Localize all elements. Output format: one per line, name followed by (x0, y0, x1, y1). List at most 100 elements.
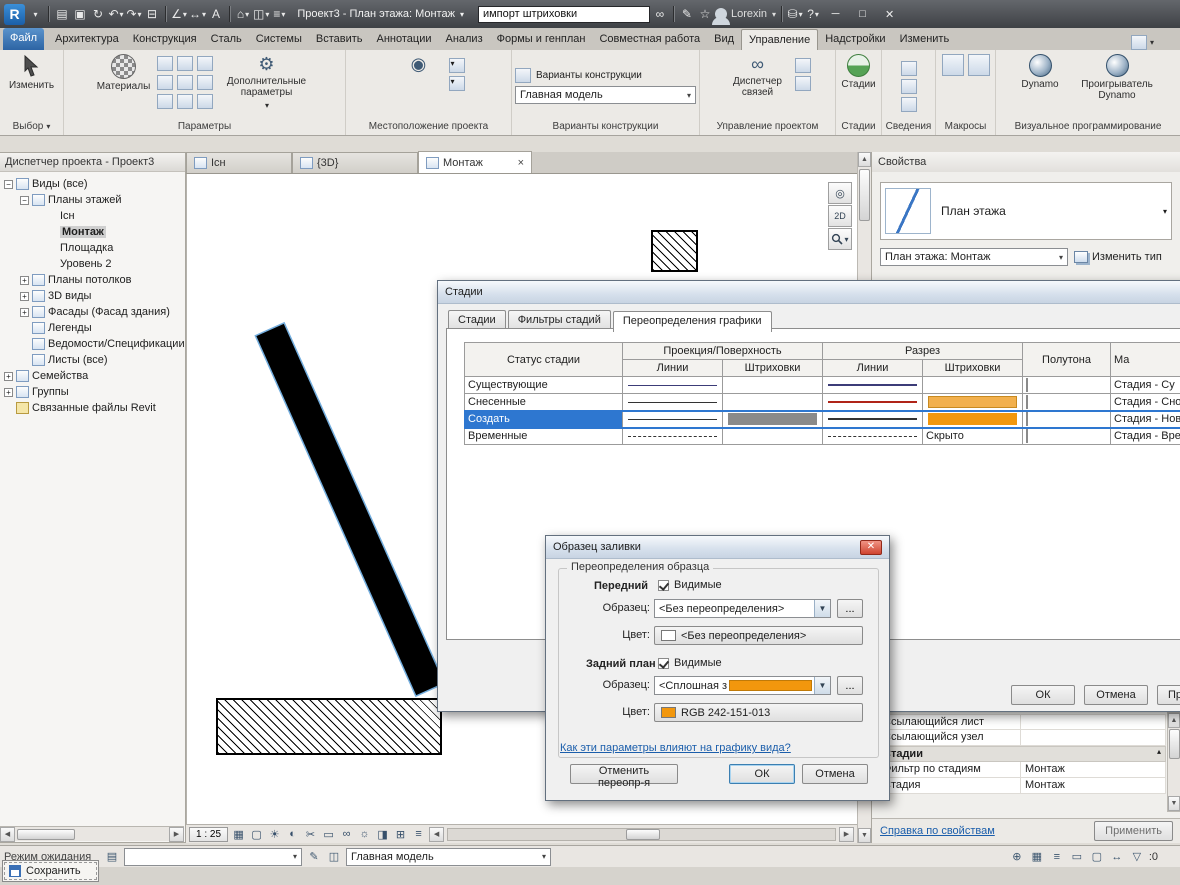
scroll-right-icon[interactable] (839, 826, 854, 842)
selected-diagonal-element[interactable] (256, 323, 444, 696)
type-preview-dropdown-icon[interactable] (1162, 207, 1167, 216)
tab-collaborate[interactable]: Совместная работа (592, 29, 707, 50)
close-view-tab-icon[interactable] (518, 157, 524, 169)
ribbon-state-icon[interactable] (1130, 35, 1147, 50)
purge-unused-icon[interactable] (176, 94, 193, 109)
properties-help-link[interactable]: Справка по свойствам (880, 825, 995, 837)
expander-icon[interactable]: + (20, 275, 29, 285)
save-icon[interactable]: ▣ (72, 5, 88, 23)
temporary-view-properties-icon[interactable]: ◨ (375, 827, 390, 842)
phases-dialog-titlebar[interactable]: Стадии (438, 281, 1180, 304)
panel-label-design-options[interactable]: Варианты конструкции (512, 118, 699, 135)
tree-item-ploshchadka[interactable]: Площадка (0, 240, 185, 256)
background-color-button[interactable]: RGB 242-151-013 (654, 703, 863, 722)
zoom-icon[interactable] (828, 228, 852, 250)
properties-vertical-scrollbar[interactable] (1167, 712, 1180, 812)
communication-center-icon[interactable]: ✎ (679, 5, 695, 23)
tree-item-isn[interactable]: Існ (0, 208, 185, 224)
thin-lines-icon[interactable]: ≡ (271, 5, 287, 23)
phase-row-temporary[interactable]: Временные Скрыто Стадия - Вре (464, 427, 1180, 445)
object-styles-icon[interactable] (156, 56, 173, 71)
shared-parameters-icon[interactable] (176, 75, 193, 90)
redo-icon[interactable]: ↷ (126, 5, 142, 23)
background-processes-icon[interactable]: ▦ (1029, 849, 1045, 865)
foreground-pattern-browse-button[interactable]: ... (837, 599, 863, 618)
help-icon[interactable]: ? (805, 5, 821, 23)
tree-item-schedules[interactable]: Ведомости/Спецификации ( (0, 336, 191, 352)
dynamo-button[interactable]: Dynamo (1013, 54, 1067, 90)
manage-links-button[interactable]: ∞ Диспетчер связей (725, 54, 791, 98)
foreground-color-button[interactable]: <Без переопределения> (654, 626, 863, 645)
phases-button[interactable]: Стадии (841, 54, 876, 90)
element-ids-icon[interactable] (900, 60, 917, 76)
select-by-face-icon[interactable]: ▢ (1089, 849, 1105, 865)
background-pattern-browse-button[interactable]: ... (837, 676, 863, 695)
print-icon[interactable]: ⊟ (144, 5, 160, 23)
tree-item-3d-views[interactable]: +3D виды (0, 288, 185, 304)
scroll-thumb[interactable] (17, 828, 75, 840)
phases-cancel-button[interactable]: Отмена (1084, 685, 1148, 705)
modify-button[interactable]: Изменить (9, 54, 54, 91)
property-row-phase-filter[interactable]: Фильтр по стадиям Монтаж (878, 762, 1166, 778)
design-options-icon[interactable] (515, 68, 531, 83)
account-menu-icon[interactable] (771, 10, 776, 19)
expander-icon[interactable]: − (4, 179, 13, 189)
property-row[interactable]: Ссылающийся узел (878, 730, 1166, 746)
scroll-down-icon[interactable] (1168, 796, 1180, 811)
scroll-thumb[interactable] (1168, 729, 1180, 759)
property-group-phasing[interactable]: Стадии ▴ (878, 746, 1166, 762)
view-tab-montazh[interactable]: Монтаж (418, 151, 532, 173)
graphics-help-link[interactable]: Как эти параметры влияют на графику вида… (560, 742, 791, 754)
search-binoculars-icon[interactable]: ∞ (652, 5, 668, 23)
scale-button[interactable]: 1 : 25 (189, 826, 229, 842)
position-icon[interactable] (448, 58, 465, 73)
dropdown-arrow-icon[interactable] (814, 677, 830, 694)
browser-horizontal-scrollbar[interactable] (0, 826, 184, 842)
worksharing-display-icon[interactable]: ⊞ (393, 827, 408, 842)
scroll-down-icon[interactable] (858, 828, 871, 843)
edit-type-button[interactable]: Изменить тип (1074, 251, 1162, 263)
revit-logo[interactable]: R (4, 3, 25, 25)
tree-item-revit-links[interactable]: Связанные файлы Revit (0, 400, 185, 416)
view-tab-isn[interactable]: Існ (186, 152, 292, 173)
filter-icon[interactable]: ▽ (1129, 849, 1145, 865)
tab-steel[interactable]: Сталь (204, 29, 249, 50)
halftone-checkbox[interactable] (1026, 395, 1028, 409)
shadows-icon[interactable]: ◐ (285, 827, 300, 842)
hatched-column-element[interactable] (651, 230, 698, 272)
tree-item-ceiling-plans[interactable]: + Планы потолков (0, 272, 185, 288)
decal-types-icon[interactable] (794, 58, 811, 73)
property-row-phase[interactable]: Стадия Монтаж (878, 778, 1166, 794)
scroll-left-icon[interactable] (0, 826, 15, 842)
tree-item-views[interactable]: − Виды (все) (0, 176, 185, 192)
tab-analyze[interactable]: Анализ (438, 29, 489, 50)
halftone-checkbox[interactable] (1026, 378, 1028, 392)
design-options-status-icon[interactable]: ◫ (326, 849, 342, 865)
panel-label-visual-programming[interactable]: Визуальное программирование (996, 118, 1180, 135)
fill-dialog-titlebar[interactable]: Образец заливки ✕ (546, 536, 889, 559)
scroll-up-icon[interactable] (858, 152, 871, 167)
favorites-icon[interactable]: ☆ (697, 5, 713, 23)
save-toast-button[interactable]: Сохранить (2, 860, 99, 882)
foreground-pattern-dropdown[interactable]: <Без переопределения> (654, 599, 831, 618)
panel-label-inquiry[interactable]: Сведения (882, 118, 935, 135)
dynamo-player-button[interactable]: Проигрыватель Dynamo (1071, 54, 1163, 101)
scroll-left-icon[interactable] (429, 826, 445, 842)
collapse-group-icon[interactable]: ▴ (1157, 747, 1165, 761)
expander-icon[interactable]: + (20, 291, 29, 301)
type-selector-dropdown[interactable]: План этажа: Монтаж (880, 248, 1068, 266)
tab-file[interactable]: Файл (3, 28, 45, 50)
foreground-visible-checkbox[interactable]: Видимые (658, 579, 722, 591)
snaps-icon[interactable] (176, 56, 193, 71)
app-menu-icon[interactable] (27, 5, 43, 23)
global-parameters-icon[interactable] (196, 75, 213, 90)
tab-architecture[interactable]: Архитектура (48, 29, 126, 50)
additional-settings-button[interactable]: ⚙ Дополнительные параметры (219, 54, 315, 111)
phases-apply-button[interactable]: Применить (1157, 685, 1180, 705)
expander-icon[interactable]: + (4, 387, 13, 397)
select-pinned-icon[interactable]: ▭ (1069, 849, 1085, 865)
worksets-dropdown[interactable] (124, 847, 302, 866)
checkbox-icon[interactable] (658, 657, 669, 669)
sun-path-icon[interactable]: ☀ (267, 827, 282, 842)
title-bar[interactable]: R ▤ ▣ ↻ ↶ ↷ ⊟ ∠ ↔ A ⌂ ◫ ≡ Проект3 - План… (0, 0, 1180, 28)
